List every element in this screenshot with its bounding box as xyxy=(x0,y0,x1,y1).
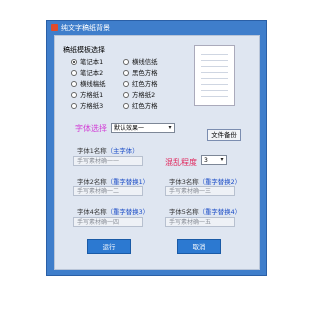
radio-red-grid[interactable]: 红色方格 xyxy=(123,79,158,88)
font5-field[interactable]: 手写素材确一五 xyxy=(165,217,235,227)
radio-notebook2[interactable]: 笔记本2 xyxy=(71,68,103,77)
radio-grid2[interactable]: 方格纸2 xyxy=(123,90,155,99)
radio-dot xyxy=(123,80,129,87)
radio-dot xyxy=(123,69,129,76)
font3-label: 字体3名称（重字替换2） xyxy=(169,178,242,186)
app-window: 纯文字稿纸背景 稿纸模板选择 笔记本1 横线信纸 笔记本2 黑色方格 横线稿纸 … xyxy=(46,20,267,276)
radio-dot xyxy=(123,58,129,65)
radio-dot xyxy=(71,58,77,65)
title-bar[interactable]: 纯文字稿纸背景 xyxy=(47,21,266,34)
font3-field[interactable]: 手写素材确一三 xyxy=(165,186,235,196)
radio-dot xyxy=(71,80,77,87)
chevron-down-icon: ▾ xyxy=(168,124,172,131)
font5-label: 字体5名称（重字替换4） xyxy=(169,208,242,216)
font1-field[interactable]: 手写素材确一一 xyxy=(73,156,143,166)
radio-notebook1[interactable]: 笔记本1 xyxy=(71,57,103,66)
chevron-down-icon: ▾ xyxy=(220,156,224,163)
window-title: 纯文字稿纸背景 xyxy=(61,24,110,32)
radio-line-letter[interactable]: 横线信纸 xyxy=(123,57,158,66)
file-backup-button[interactable]: 文件备份 xyxy=(207,129,241,141)
font-select-dropdown[interactable]: 默认效果一 ▾ xyxy=(111,123,175,133)
font4-field[interactable]: 手写素材确一四 xyxy=(73,217,143,227)
font-select-label: 字体选择 xyxy=(75,124,107,133)
font4-label: 字体4名称（重字替换3） xyxy=(77,208,150,216)
radio-dot xyxy=(71,91,77,98)
radio-grid3[interactable]: 方格纸3 xyxy=(71,101,103,110)
template-group-label: 稿纸模板选择 xyxy=(63,46,105,54)
mess-level-label: 混乱程度 xyxy=(165,158,197,167)
radio-red-grid-2[interactable]: 红色方格 xyxy=(123,101,158,110)
radio-dot xyxy=(123,91,129,98)
font2-label: 字体2名称（重字替换1） xyxy=(77,178,150,186)
font-select-value: 默认效果一 xyxy=(114,125,145,132)
font1-label: 字体1名称（主字体） xyxy=(77,147,139,155)
mess-level-value: 3 xyxy=(204,157,208,164)
radio-dot xyxy=(71,69,77,76)
radio-line-draft[interactable]: 横线稿纸 xyxy=(71,79,106,88)
mess-level-dropdown[interactable]: 3 ▾ xyxy=(201,155,227,165)
font2-field[interactable]: 手写素材确一二 xyxy=(73,186,143,196)
radio-dot xyxy=(123,102,129,109)
app-icon xyxy=(51,24,58,31)
cancel-button[interactable]: 取消 xyxy=(177,239,221,254)
radio-grid1[interactable]: 方格纸1 xyxy=(71,90,103,99)
radio-black-grid[interactable]: 黑色方格 xyxy=(123,68,158,77)
radio-dot xyxy=(71,102,77,109)
run-button[interactable]: 运行 xyxy=(87,239,131,254)
template-preview-image xyxy=(194,45,235,106)
